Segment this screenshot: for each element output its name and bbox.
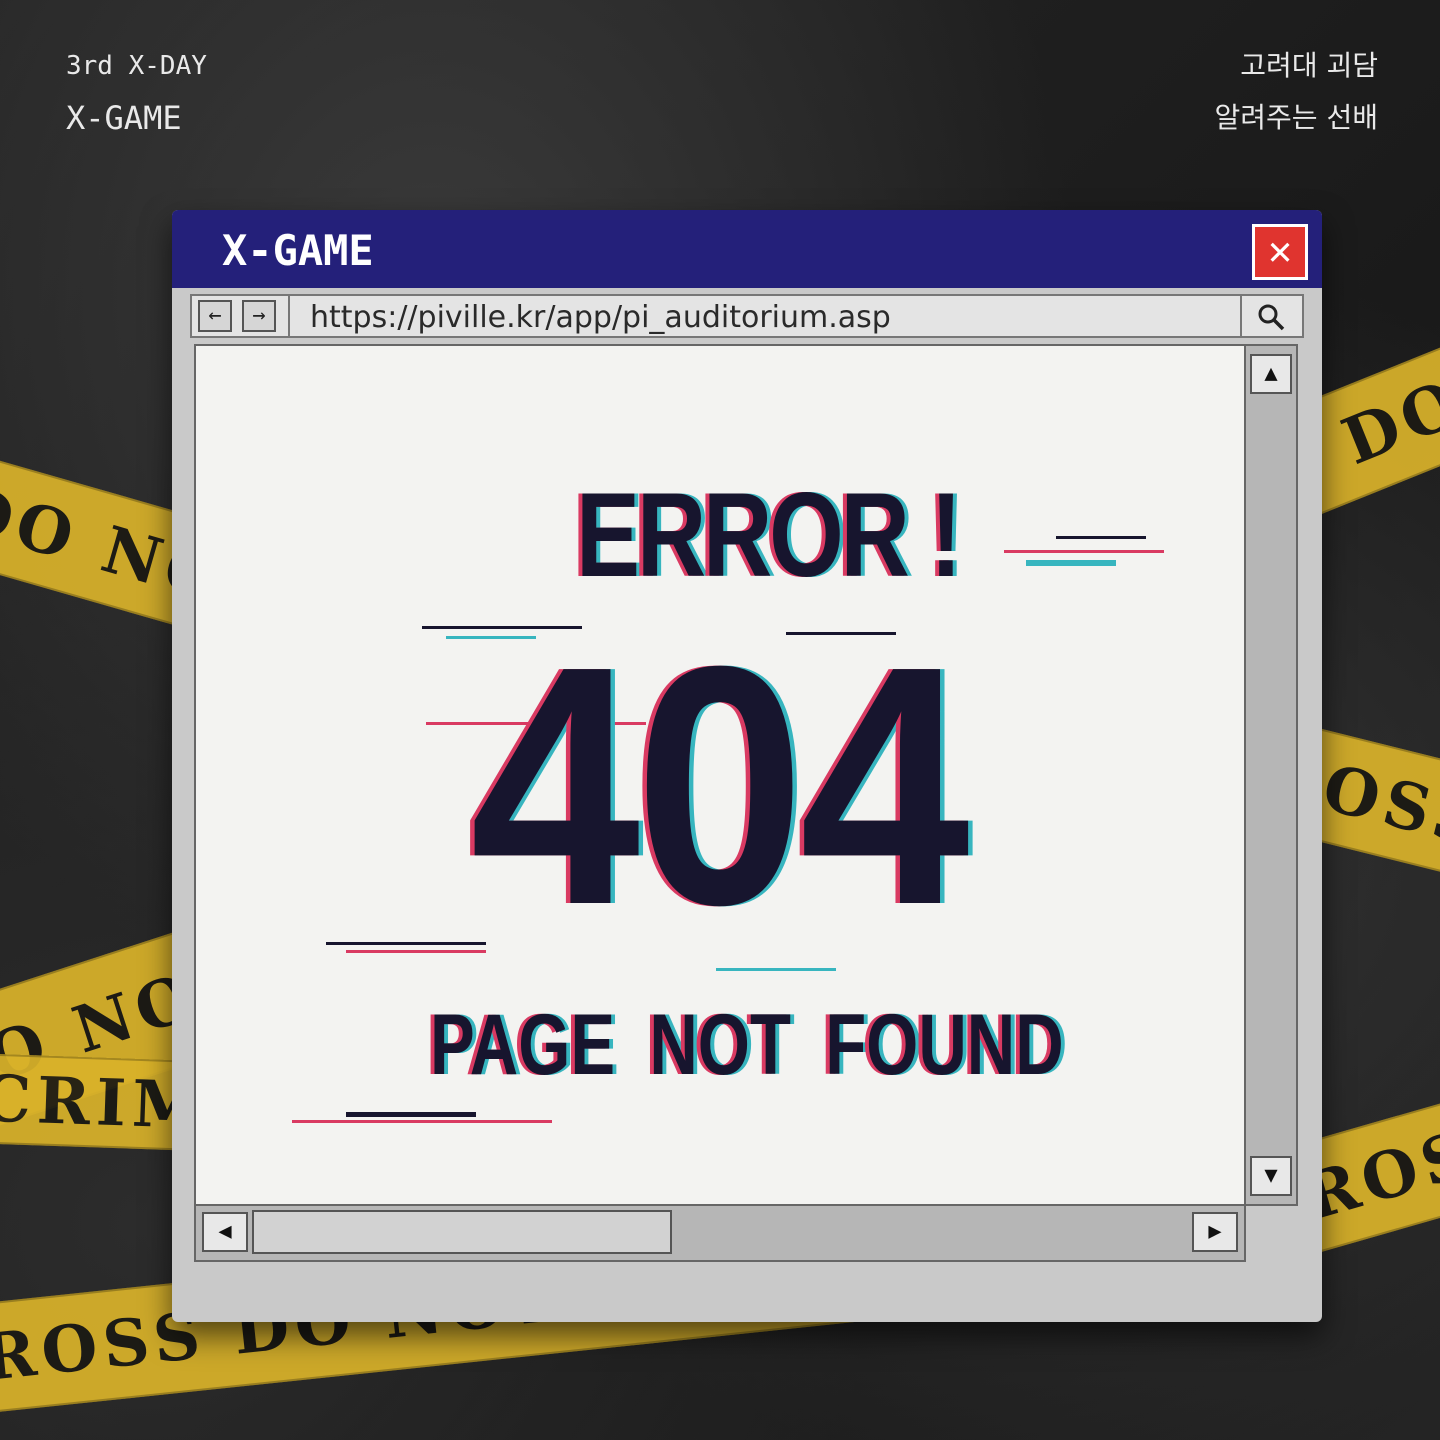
search-icon[interactable] — [1254, 302, 1288, 332]
browser-window: X-GAME ✕ ← → https://piville.kr/app/pi_a… — [172, 210, 1322, 1322]
close-button[interactable]: ✕ — [1252, 224, 1308, 280]
vertical-scrollbar[interactable]: ▲ ▼ — [1246, 344, 1298, 1206]
glitch-line — [1056, 536, 1146, 539]
scroll-up-button[interactable]: ▲ — [1250, 354, 1292, 394]
horizontal-scrollbar[interactable]: ◀ ▶ — [194, 1206, 1246, 1262]
back-button[interactable]: ← — [198, 300, 232, 332]
scroll-down-button[interactable]: ▼ — [1250, 1156, 1292, 1196]
event-label: 3rd X-DAY X-GAME — [66, 40, 207, 144]
tagline-line2: 알려주는 선배 — [1214, 101, 1378, 134]
glitch-line — [1004, 550, 1164, 553]
page-content: ERROR ! 404 PAGE NOT FOUND — [194, 344, 1246, 1206]
scroll-right-button[interactable]: ▶ — [1192, 1212, 1238, 1252]
search-icon — [1258, 304, 1285, 331]
error-message: PAGE NOT FOUND — [430, 997, 1064, 1093]
title-bar[interactable]: X-GAME ✕ — [172, 210, 1322, 288]
scroll-thumb[interactable] — [252, 1210, 672, 1254]
window-title: X-GAME — [222, 226, 374, 275]
glitch-line — [326, 942, 486, 945]
divider — [288, 296, 290, 336]
scroll-left-button[interactable]: ◀ — [202, 1212, 248, 1252]
error-heading: ERROR ! — [576, 468, 962, 602]
address-bar: ← → https://piville.kr/app/pi_auditorium… — [190, 294, 1304, 338]
event-name: X-GAME — [66, 99, 182, 137]
glitch-line — [346, 950, 486, 953]
tagline: 고려대 괴담 알려주는 선배 — [1215, 40, 1378, 144]
error-code: 404 — [470, 596, 970, 976]
glitch-line — [346, 1112, 476, 1117]
glitch-line — [1026, 560, 1116, 566]
forward-button[interactable]: → — [242, 300, 276, 332]
divider — [1240, 296, 1242, 336]
url-field[interactable]: https://piville.kr/app/pi_auditorium.asp — [310, 300, 891, 335]
event-edition: 3rd X-DAY — [66, 51, 207, 81]
glitch-line — [292, 1120, 552, 1123]
tagline-line1: 고려대 괴담 — [1240, 49, 1378, 82]
